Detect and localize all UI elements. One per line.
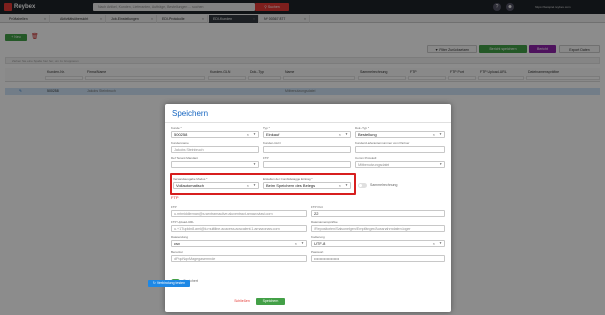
dok-typ-label: Dok.-Typ * — [355, 126, 370, 130]
sammelrechnung-toggle[interactable] — [358, 183, 367, 188]
ftp-top-field[interactable] — [263, 161, 351, 168]
kunde-label: Kunde * — [171, 126, 182, 130]
comm-select[interactable]: Mitbenutzungsdatei ▼ — [355, 161, 445, 168]
passwort-label: Passwort — [311, 250, 324, 254]
comm-label: Comm Protokoll — [355, 156, 377, 160]
chevron-down-icon[interactable]: ▼ — [301, 241, 304, 246]
chevron-down-icon[interactable]: ▼ — [345, 132, 348, 137]
prefix-field[interactable]: /Repositorien/Saisonelgen/Empfänger/Auss… — [311, 225, 445, 232]
edit-dialog: Speichern Kunde * 500258 × ▼ Typ * Einkauf… — [165, 104, 451, 312]
clear-icon[interactable]: × — [339, 132, 341, 137]
clear-icon[interactable]: × — [295, 241, 297, 246]
divider — [165, 122, 451, 123]
kunde-select[interactable]: 500258 × ▼ — [171, 131, 259, 138]
kunden-gln-label: Kunden-GLN — [263, 141, 281, 145]
dateiendung-label: Dateiendung — [171, 235, 189, 239]
kundenname-label: Kundenname — [171, 141, 189, 145]
ftp-host-label: FTP — [171, 205, 177, 209]
chevron-down-icon[interactable]: ▼ — [439, 241, 442, 246]
ftp-section-heading: FTP — [171, 195, 179, 200]
dateiendung-select[interactable]: csv × ▼ — [171, 240, 307, 247]
ftp-port-field[interactable]: 22 — [311, 210, 445, 217]
kodierung-label: Kodierung — [311, 235, 325, 239]
ftp-host-field[interactable]: u.mtmiddleman@s.sextramaulive.aluxentrac… — [171, 210, 307, 217]
chevron-down-icon[interactable]: ▼ — [439, 162, 442, 167]
kundenname-field[interactable]: Jakobs Steinbruch — [171, 146, 259, 153]
tenant-select[interactable]: ▼ — [171, 161, 259, 168]
sammelrechnung-label: Sammelrechnung — [370, 183, 398, 187]
kodierung-select[interactable]: UTF-8 × ▼ — [311, 240, 445, 247]
close-button[interactable]: Schließen — [227, 298, 257, 305]
passwort-field[interactable]: •••••••••••••••••• — [311, 255, 445, 262]
lieferant-label: Kunden/Lieferantennummer vom Partner — [355, 141, 410, 145]
typ-label: Typ * — [263, 126, 270, 130]
refresh-icon: ↻ — [152, 281, 156, 285]
clear-icon[interactable]: × — [433, 241, 435, 246]
prefix-label: Dateinamenspräfixe — [311, 220, 338, 224]
chevron-down-icon[interactable]: ▼ — [253, 162, 256, 167]
ftp-url-field[interactable]: u.+1Tupldn8.ami@k.multiline.acacess.acsc… — [171, 225, 307, 232]
ftp-port-label: FTP Port — [311, 205, 323, 209]
dialog-title: Speichern — [172, 109, 209, 118]
test-connection-button[interactable]: ↻ Verbindung testen — [148, 280, 190, 287]
ftp-url-label: FTP Upload-URL — [171, 220, 194, 224]
ftp-top-label: FTP — [263, 156, 269, 160]
chevron-down-icon[interactable]: ▼ — [253, 132, 256, 137]
chevron-down-icon[interactable]: ▼ — [439, 132, 442, 137]
benutzer-field[interactable]: dPqcNqxMagegasemnde — [171, 255, 307, 262]
lieferant-field[interactable] — [355, 146, 445, 153]
save-button[interactable]: Speichern — [256, 298, 285, 305]
kunden-gln-field[interactable] — [263, 146, 351, 153]
tenant-label: Def Tenant Mandant — [171, 156, 198, 160]
clear-icon[interactable]: × — [247, 132, 249, 137]
typ-select[interactable]: Einkauf × ▼ — [263, 131, 351, 138]
clear-icon[interactable]: × — [433, 132, 435, 137]
highlight-box — [170, 173, 356, 195]
dok-typ-select[interactable]: Bestellung × ▼ — [355, 131, 445, 138]
benutzer-label: Benutzer — [171, 250, 184, 254]
